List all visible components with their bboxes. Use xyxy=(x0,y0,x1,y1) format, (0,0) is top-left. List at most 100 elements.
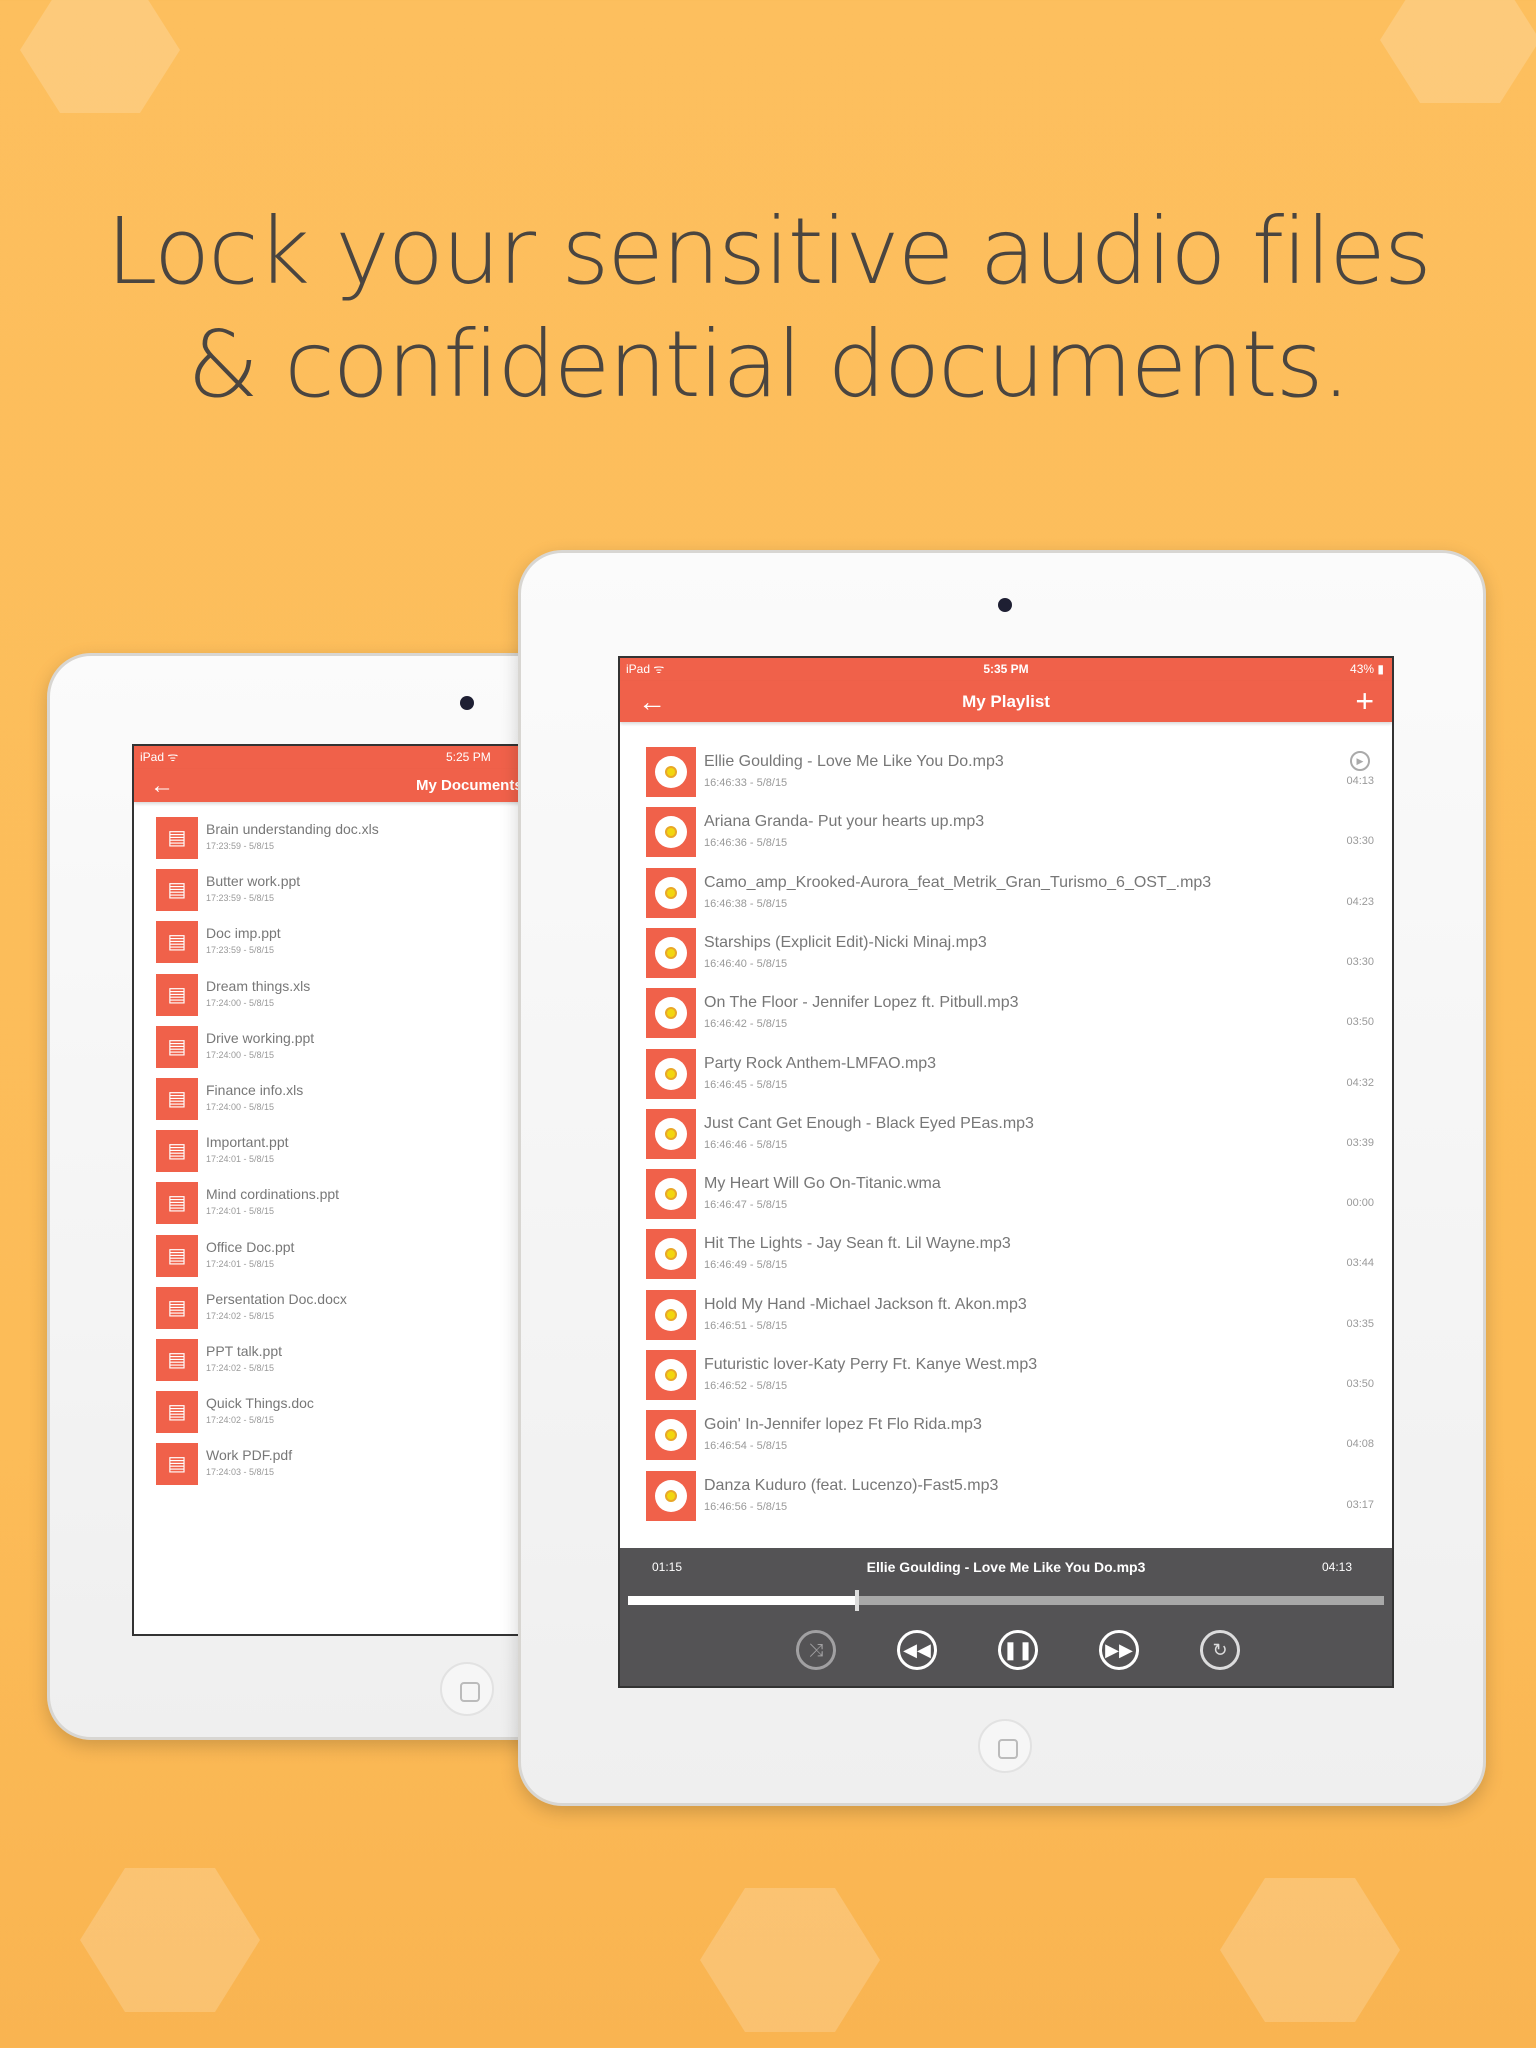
repeat-icon[interactable]: ↻ xyxy=(1200,1630,1240,1670)
document-name: Important.ppt xyxy=(206,1134,289,1151)
document-meta: 17:23:59 - 5/8/15 xyxy=(206,945,275,956)
track-meta: 16:46:56 - 5/8/15 xyxy=(704,1500,788,1513)
progress-thumb[interactable] xyxy=(854,1590,859,1611)
vinyl-record-icon xyxy=(646,1229,696,1280)
battery-percent: 43% xyxy=(1350,662,1375,676)
track-duration: 03:44 xyxy=(1346,1257,1374,1270)
vinyl-record-icon xyxy=(646,867,696,918)
track-name: Danza Kuduro (feat. Lucenzo)-Fast5.mp3 xyxy=(704,1476,999,1494)
document-icon: ▤ xyxy=(156,1234,198,1277)
track-name: Party Rock Anthem-LMFAO.mp3 xyxy=(704,1054,937,1072)
track-duration: 03:35 xyxy=(1346,1317,1374,1330)
headline-line-1: Lock your sensitive audio files xyxy=(106,198,1432,305)
document-icon: ▤ xyxy=(156,869,198,912)
document-meta: 17:24:01 - 5/8/15 xyxy=(206,1258,275,1269)
track-meta: 16:46:42 - 5/8/15 xyxy=(704,1018,788,1031)
list-item[interactable]: Danza Kuduro (feat. Lucenzo)-Fast5.mp3 16… xyxy=(620,1470,1392,1527)
track-meta: 16:46:54 - 5/8/15 xyxy=(704,1440,788,1453)
vinyl-record-icon xyxy=(646,927,696,978)
document-icon: ▤ xyxy=(156,921,198,964)
bg-hexagon xyxy=(20,0,180,113)
carrier: iPad xyxy=(140,750,165,764)
document-name: Office Doc.ppt xyxy=(206,1238,295,1255)
rewind-icon[interactable]: ◀◀ xyxy=(897,1630,937,1670)
arrow-left-icon[interactable]: ← xyxy=(150,769,174,802)
playlist-screen: iPad ᯤ 5:35 PM 43% ▮ ← My Playlist + Ell… xyxy=(618,656,1394,1688)
camera xyxy=(460,696,474,710)
document-name: Drive working.ppt xyxy=(206,1029,315,1046)
track-meta: 16:46:51 - 5/8/15 xyxy=(704,1319,788,1332)
camera xyxy=(998,598,1012,612)
fast-forward-icon[interactable]: ▶▶ xyxy=(1099,1630,1139,1670)
status-bar: iPad ᯤ 5:35 PM 43% ▮ xyxy=(620,658,1392,681)
shuffle-icon[interactable]: ⤨ xyxy=(796,1630,836,1670)
document-meta: 17:24:00 - 5/8/15 xyxy=(206,997,275,1008)
track-meta: 16:46:40 - 5/8/15 xyxy=(704,957,788,970)
document-icon: ▤ xyxy=(156,1443,198,1486)
document-meta: 17:24:02 - 5/8/15 xyxy=(206,1363,275,1373)
document-icon: ▤ xyxy=(156,973,198,1016)
vinyl-record-icon xyxy=(646,1108,696,1159)
track-meta: 16:46:45 - 5/8/15 xyxy=(704,1078,788,1091)
home-button[interactable] xyxy=(440,1662,494,1716)
nav-title: My Documents xyxy=(416,777,523,794)
list-item[interactable]: Goin' In-Jennifer lopez Ft Flo Rida.mp3 1… xyxy=(620,1410,1392,1466)
vinyl-record-icon xyxy=(646,1169,696,1220)
document-icon: ▤ xyxy=(156,1339,198,1381)
list-item[interactable]: Party Rock Anthem-LMFAO.mp3 16:46:45 - 5/… xyxy=(620,1048,1392,1105)
vinyl-record-icon xyxy=(646,747,696,797)
document-name: Quick Things.doc xyxy=(206,1395,314,1412)
document-name: Work PDF.pdf xyxy=(206,1447,293,1464)
list-item[interactable]: On The Floor - Jennifer Lopez ft. Pitbul… xyxy=(620,988,1392,1044)
track-name: Ellie Goulding - Love Me Like You Do.mp3 xyxy=(704,753,1004,770)
list-item[interactable]: Just Cant Get Enough - Black Eyed PEas.m… xyxy=(620,1108,1392,1165)
track-duration: 04:08 xyxy=(1346,1438,1374,1451)
document-name: Butter work.ppt xyxy=(206,873,301,890)
vinyl-record-icon xyxy=(646,1289,696,1340)
document-name: Doc imp.ppt xyxy=(206,925,281,942)
ipad-playlist: iPad ᯤ 5:35 PM 43% ▮ ← My Playlist + Ell… xyxy=(518,550,1486,1806)
document-icon: ▤ xyxy=(156,1130,198,1173)
list-item[interactable]: Futuristic lover-Katy Perry Ft. Kanye We… xyxy=(620,1350,1392,1406)
track-duration: 03:50 xyxy=(1346,1016,1374,1029)
track-duration: 03:17 xyxy=(1346,1498,1374,1511)
track-name: My Heart Will Go On-Titanic.wma xyxy=(704,1175,941,1193)
vinyl-record-icon xyxy=(646,1350,696,1400)
track-meta: 16:46:49 - 5/8/15 xyxy=(704,1259,788,1272)
list-item[interactable]: Starships (Explicit Edit)-Nicki Minaj.mp… xyxy=(620,927,1392,984)
document-name: Mind cordinations.ppt xyxy=(206,1186,340,1203)
track-meta: 16:46:38 - 5/8/15 xyxy=(704,897,788,910)
list-item[interactable]: My Heart Will Go On-Titanic.wma 16:46:47 … xyxy=(620,1169,1392,1225)
home-button[interactable] xyxy=(978,1719,1032,1773)
vinyl-record-icon xyxy=(646,1470,696,1521)
track-duration: 03:30 xyxy=(1346,955,1374,968)
progress-fill xyxy=(628,1596,855,1605)
list-item[interactable]: Camo_amp_Krooked-Aurora_feat_Metrik_Gran… xyxy=(620,867,1392,924)
plus-icon[interactable]: + xyxy=(1355,681,1374,722)
battery: 43% ▮ xyxy=(1350,662,1384,676)
vinyl-record-icon xyxy=(646,1410,696,1461)
arrow-left-icon[interactable]: ← xyxy=(638,681,666,722)
track-duration: 03:30 xyxy=(1346,835,1374,848)
total-time: 04:13 xyxy=(1321,1560,1352,1574)
document-icon: ▤ xyxy=(156,1286,198,1329)
track-duration: 00:00 xyxy=(1346,1197,1374,1210)
document-meta: 17:24:00 - 5/8/15 xyxy=(206,1049,275,1060)
list-item[interactable]: Hit The Lights - Jay Sean ft. Lil Wayne.… xyxy=(620,1229,1392,1285)
track-meta: 16:46:36 - 5/8/15 xyxy=(704,837,788,850)
list-item[interactable]: Ellie Goulding - Love Me Like You Do.mp3… xyxy=(620,747,1392,803)
document-meta: 17:24:01 - 5/8/15 xyxy=(206,1154,275,1165)
document-name: Persentation Doc.docx xyxy=(206,1290,347,1307)
play-icon[interactable]: ▶ xyxy=(1350,751,1370,771)
document-name: Dream things.xls xyxy=(206,977,311,994)
document-icon: ▤ xyxy=(156,1025,198,1068)
list-item[interactable]: Hold My Hand -Michael Jackson ft. Akon.m… xyxy=(620,1289,1392,1346)
pause-icon[interactable]: ❚❚ xyxy=(998,1630,1038,1670)
track-duration: 03:50 xyxy=(1346,1378,1374,1390)
vinyl-record-icon xyxy=(646,807,696,858)
document-name: Finance info.xls xyxy=(206,1082,304,1098)
track-name: Starships (Explicit Edit)-Nicki Minaj.mp… xyxy=(704,933,987,951)
progress-slider[interactable] xyxy=(628,1590,1384,1611)
document-meta: 17:24:00 - 5/8/15 xyxy=(206,1102,275,1112)
list-item[interactable]: Ariana Granda- Put your hearts up.mp3 16:… xyxy=(620,807,1392,863)
